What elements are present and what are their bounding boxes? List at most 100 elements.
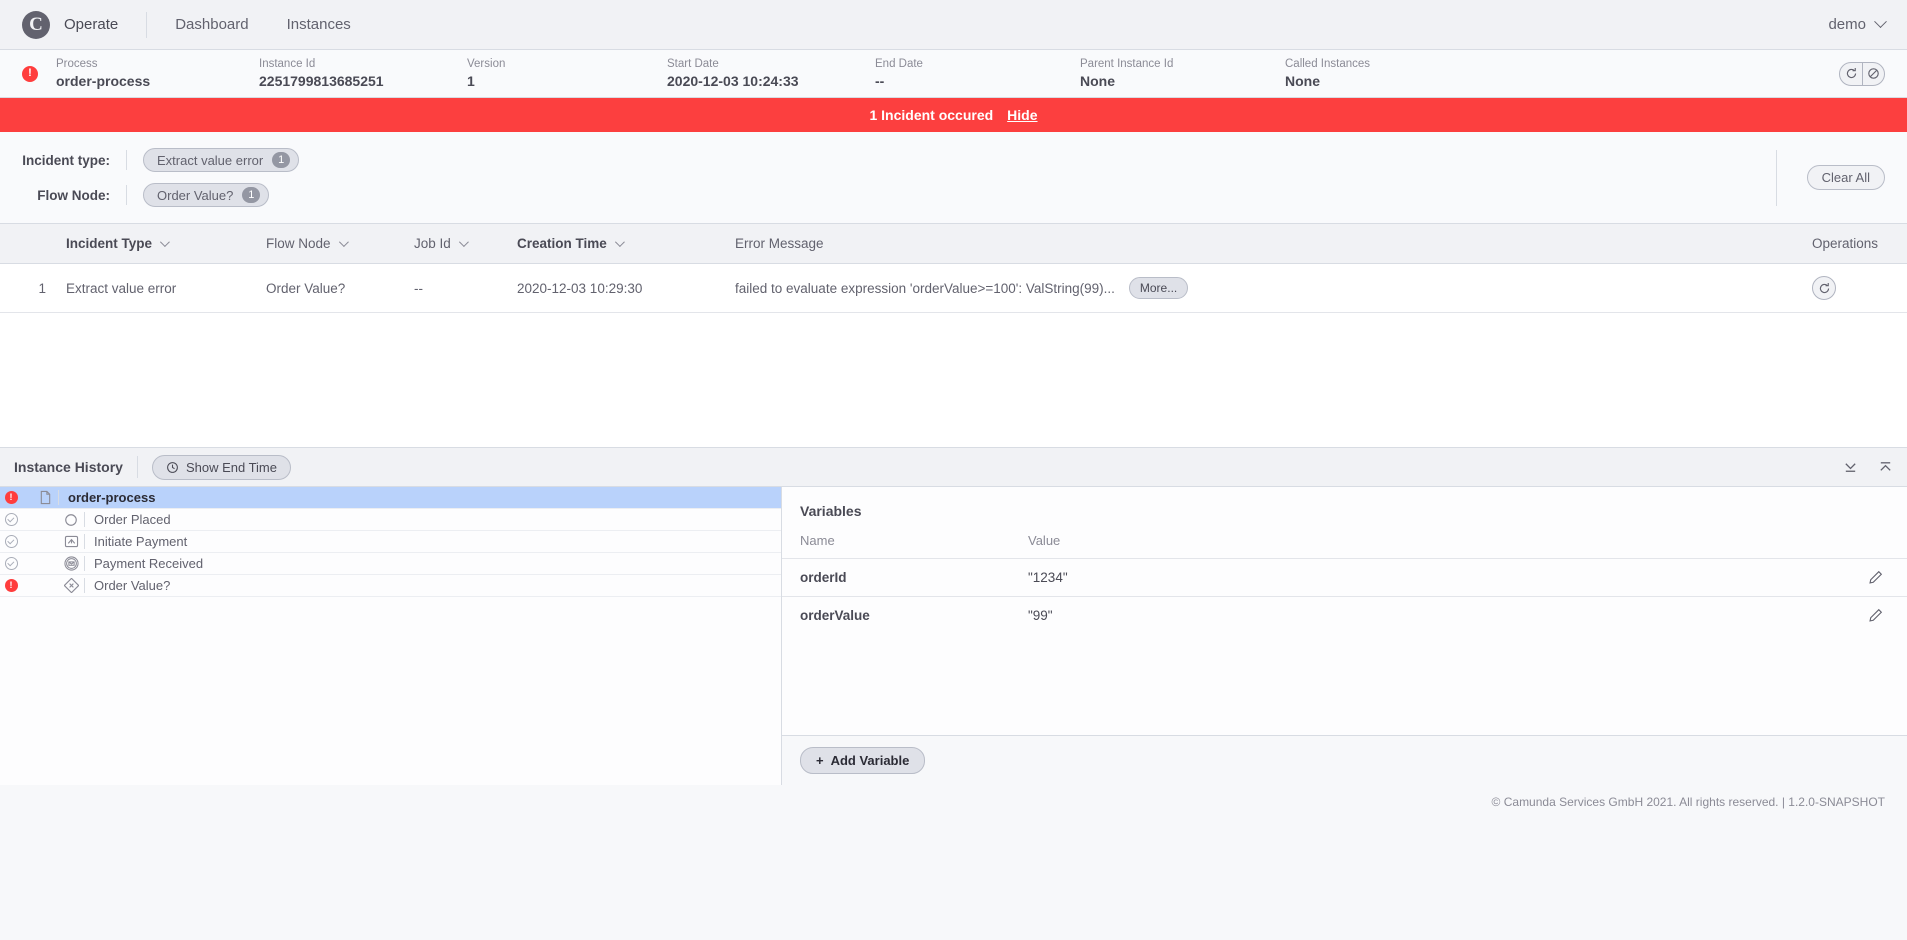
copyright-text: © Camunda Services GmbH 2021. All rights… [1491,795,1885,809]
meta-instance-id: Instance Id 2251799813685251 [259,57,467,90]
check-circle-icon [4,557,18,570]
add-variable-button[interactable]: + Add Variable [800,747,926,774]
filter-divider [126,185,127,205]
variable-value: "99" [1028,608,1053,623]
nav-item-dashboard[interactable]: Dashboard [175,16,248,33]
meta-parent-instance-id: Parent Instance Id None [1080,57,1285,90]
meta-label-start-date: Start Date [667,58,719,70]
panel-controls [1843,460,1893,475]
incidents-table-wrapper: Incident Type Flow Node Job Id Creation … [0,224,1907,447]
table-row[interactable]: 1 Extract value error Order Value? -- 20… [0,263,1907,313]
variables-header: Name Value [782,519,1907,558]
tree-row-payment-received[interactable]: Payment Received [0,553,781,575]
tree-item-label: Order Value? [94,578,171,593]
meta-value-process: order-process [56,73,151,89]
show-end-time-button[interactable]: Show End Time [151,454,291,480]
column-label: Job Id [414,236,451,251]
meta-label-instance-id: Instance Id [259,58,316,70]
table-empty-space [0,313,1907,447]
edit-variable-button[interactable] [1868,608,1883,623]
column-operations: Operations [1802,224,1907,264]
meta-called-instances: Called Instances None [1285,57,1370,90]
filter-rows: Incident type: Extract value error 1 Flo… [22,148,300,207]
chevron-down-icon [614,237,625,248]
meta-value-parent-instance-id: None [1080,73,1115,89]
variables-col-name: Name [800,533,835,548]
column-job-id[interactable]: Job Id [404,224,507,264]
instance-history-title: Instance History [14,459,123,475]
send-task-icon [60,535,82,548]
more-button[interactable]: More... [1128,277,1189,299]
meta-start-date: Start Date 2020-12-03 10:24:33 [667,57,875,90]
filter-chip-incident-type[interactable]: Extract value error 1 [143,148,300,172]
column-label: Flow Node [266,236,331,251]
chip-count: 1 [272,152,291,168]
tree-row-order-placed[interactable]: Order Placed [0,509,781,531]
column-label: Error Message [735,236,824,251]
meta-label-process: Process [56,58,98,70]
meta-value-start-date: 2020-12-03 10:24:33 [667,73,799,89]
brand: C Operate [22,10,118,39]
filter-chip-flow-node[interactable]: Order Value? 1 [143,183,270,207]
exclusive-gateway-icon [60,578,82,593]
meta-value-instance-id: 2251799813685251 [259,73,384,89]
edit-variable-button[interactable] [1868,570,1883,585]
variables-title: Variables [800,503,862,519]
cell-error-message: failed to evaluate expression 'orderValu… [725,263,1802,313]
tree-line [58,490,59,505]
camunda-logo-icon: C [22,10,50,39]
variables-empty-space [782,634,1907,735]
variables-col-value: Value [1028,533,1061,548]
meta-process: Process order-process [56,57,259,90]
user-name: demo [1828,16,1866,33]
error-message-text: failed to evaluate expression 'orderValu… [735,280,1115,296]
variable-row-ordervalue: orderValue "99" [782,596,1907,634]
incident-banner: 1 Incident occured Hide [0,98,1907,132]
chip-count: 1 [242,187,261,203]
chevron-down-icon [338,237,349,248]
chevron-down-icon [159,237,170,248]
cell-flow-node: Order Value? [256,263,404,313]
filter-label-incident-type: Incident type: [22,152,110,168]
retry-incident-button[interactable] [1812,276,1836,300]
clock-icon [167,461,178,473]
chip-label: Extract value error [157,152,264,168]
error-exclamation-icon: ! [22,65,38,82]
variables-footer: + Add Variable [782,735,1907,785]
check-circle-icon [4,513,18,526]
incident-banner-hide-link[interactable]: Hide [1007,107,1037,123]
tree-row-order-process[interactable]: ! order-process [0,487,781,509]
variable-value: "1234" [1028,570,1068,585]
expand-up-icon[interactable] [1878,460,1893,475]
meta-version: Version 1 [467,57,667,90]
instance-operations-group [1839,61,1885,86]
meta-end-date: End Date -- [875,57,1080,90]
column-creation-time[interactable]: Creation Time [507,224,725,264]
incidents-table-body: 1 Extract value error Order Value? -- 20… [0,263,1907,313]
toolbar-divider [136,456,138,478]
cell-incident-type: Extract value error [56,263,256,313]
column-label: Operations [1812,236,1879,251]
logo-glyph: C [29,14,43,35]
filter-label-flow-node: Flow Node: [37,187,110,203]
column-incident-type[interactable]: Incident Type [56,224,256,264]
tree-item-label: Initiate Payment [94,534,188,549]
tree-row-initiate-payment[interactable]: Initiate Payment [0,531,781,553]
state-incident: ! [0,579,22,592]
column-flow-node[interactable]: Flow Node [256,224,404,264]
cancel-instance-button[interactable] [1862,62,1884,85]
nav-item-instances[interactable]: Instances [287,16,351,33]
check-circle-icon [4,535,18,548]
clear-all-button[interactable]: Clear All [1806,165,1885,190]
collapse-down-icon[interactable] [1843,460,1858,475]
retry-instance-button[interactable] [1840,63,1862,85]
user-menu[interactable]: demo [1828,15,1887,33]
tree-line [84,578,85,593]
add-variable-label: Add Variable [830,753,910,768]
column-index [0,224,56,264]
meta-value-called-instances: None [1285,73,1320,89]
tree-row-order-value[interactable]: ! Order Value? [0,575,781,597]
cell-job-id: -- [404,263,507,313]
filter-divider [126,150,127,170]
cell-index: 1 [0,263,56,313]
